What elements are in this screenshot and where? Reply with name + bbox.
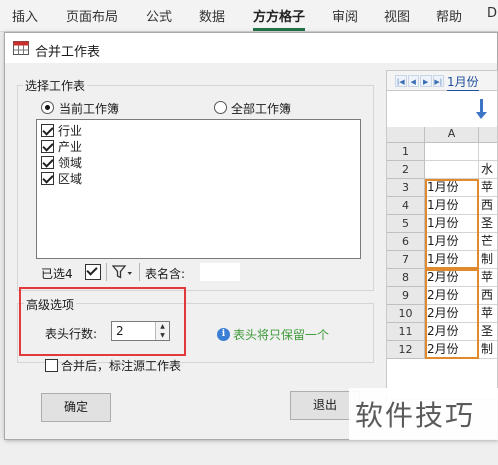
watermark: 软件技巧 bbox=[349, 388, 498, 440]
cell-item: 苹 bbox=[479, 269, 497, 287]
orange-highlight-group-1 bbox=[425, 179, 479, 269]
cell-item bbox=[479, 143, 497, 161]
radio-all-workbooks-label[interactable]: 全部工作簿 bbox=[231, 100, 291, 117]
header-rows-label: 表头行数: bbox=[45, 327, 98, 341]
radio-current-workbook-label[interactable]: 当前工作簿 bbox=[59, 100, 119, 117]
sheet-name: 领域 bbox=[58, 155, 83, 170]
toolbar-divider bbox=[139, 263, 140, 281]
cell-item: 芒 bbox=[479, 233, 497, 251]
header-rows-value: 2 bbox=[116, 324, 124, 338]
row-header: 1 bbox=[387, 143, 425, 161]
orange-highlight-group-2 bbox=[425, 269, 479, 359]
cell-month bbox=[425, 161, 479, 179]
sheet-checkbox[interactable] bbox=[41, 155, 54, 169]
example-preview: |◀ ◀ ▶ ▶| 1月份 A 1 2 水 3 1月份苹 4 1月份西 5 1月份圣 6 1月份芒 7 1… bbox=[386, 70, 498, 400]
row-header: 11 bbox=[387, 323, 425, 341]
selected-count: 已选4 bbox=[41, 267, 73, 281]
radio-current-workbook[interactable] bbox=[41, 101, 54, 114]
example-sheet-nav: |◀ ◀ ▶ ▶| 1月份 bbox=[387, 71, 497, 91]
radio-all-workbooks[interactable] bbox=[214, 101, 227, 114]
row-header: 6 bbox=[387, 233, 425, 251]
column-header: A bbox=[425, 127, 479, 143]
tab-data[interactable]: 数据 bbox=[199, 6, 225, 25]
cell-item: 制 bbox=[479, 251, 497, 269]
prev-sheet-icon: ◀ bbox=[407, 75, 419, 87]
row-header: 5 bbox=[387, 215, 425, 233]
cell-item: 苹 bbox=[479, 305, 497, 323]
tab-fangfang-gezi[interactable]: 方方格子 bbox=[253, 6, 306, 31]
cell-item: 制 bbox=[479, 341, 497, 359]
sheet-checkbox[interactable] bbox=[41, 171, 54, 185]
dialog-titlebar: 合并工作表 bbox=[5, 33, 497, 63]
dialog-title: 合并工作表 bbox=[35, 45, 101, 60]
cell-month bbox=[425, 143, 479, 161]
list-item-sheet[interactable]: 领域 bbox=[41, 154, 82, 170]
sheet-nav-buttons: |◀ ◀ ▶ ▶| bbox=[395, 75, 445, 87]
select-all-checkbox[interactable] bbox=[85, 264, 101, 280]
sheet-name-filter-input[interactable] bbox=[200, 263, 240, 281]
tab-formulas[interactable]: 公式 bbox=[146, 6, 172, 25]
mark-source-label[interactable]: 合并后，标注源工作表 bbox=[61, 357, 181, 374]
header-rows-stepper[interactable]: 2 ▲ ▼ bbox=[111, 321, 170, 341]
corner-cell bbox=[387, 127, 425, 143]
row-header: 4 bbox=[387, 197, 425, 215]
stepper-down-icon[interactable]: ▼ bbox=[156, 331, 169, 340]
row-header: 8 bbox=[387, 269, 425, 287]
tab-page-layout[interactable]: 页面布局 bbox=[66, 6, 118, 25]
tab-review[interactable]: 审阅 bbox=[332, 6, 358, 25]
stepper-buttons[interactable]: ▲ ▼ bbox=[155, 322, 169, 340]
stepper-up-icon[interactable]: ▲ bbox=[156, 322, 169, 331]
cell-item: 苹 bbox=[479, 179, 497, 197]
tab-view[interactable]: 视图 bbox=[384, 6, 410, 25]
list-item-sheet[interactable]: 区域 bbox=[41, 170, 82, 186]
arrow-down-icon bbox=[476, 99, 487, 119]
sheet-checkbox[interactable] bbox=[41, 123, 54, 137]
row-header: 3 bbox=[387, 179, 425, 197]
toolbar-divider bbox=[106, 263, 107, 281]
ribbon-tab-bar: 插入 页面布局 公式 数据 方方格子 审阅 视图 帮助 D bbox=[0, 0, 498, 32]
sheet-name: 行业 bbox=[58, 123, 83, 138]
example-sheet-tab: 1月份 bbox=[447, 75, 479, 91]
row-header: 9 bbox=[387, 287, 425, 305]
next-sheet-icon: ▶ bbox=[420, 75, 432, 87]
column-header bbox=[479, 127, 497, 143]
sheet-checkbox[interactable] bbox=[41, 139, 54, 153]
sheet-list[interactable]: 行业 产业 领域 区域 bbox=[36, 119, 361, 259]
row-header: 2 bbox=[387, 161, 425, 179]
tab-insert[interactable]: 插入 bbox=[12, 6, 38, 25]
tab-partial[interactable]: D bbox=[487, 6, 497, 21]
cell-item: 西 bbox=[479, 287, 497, 305]
sheet-name-filter-label: 表名含: bbox=[145, 267, 186, 281]
header-hint-text: 表头将只保留一个 bbox=[233, 328, 330, 342]
row-header: 7 bbox=[387, 251, 425, 269]
select-sheets-group-label: 选择工作表 bbox=[23, 77, 88, 94]
sheet-name: 产业 bbox=[58, 139, 83, 154]
first-sheet-icon: |◀ bbox=[395, 75, 407, 87]
row-header: 12 bbox=[387, 341, 425, 359]
filter-dropdown-icon[interactable] bbox=[112, 265, 134, 279]
grid-app-icon bbox=[13, 41, 29, 55]
sheet-list-toolbar: 已选4 表名含: bbox=[36, 261, 361, 283]
last-sheet-icon: ▶| bbox=[432, 75, 444, 87]
sheet-name: 区域 bbox=[58, 171, 83, 186]
cell-item: 圣 bbox=[479, 215, 497, 233]
row-header: 10 bbox=[387, 305, 425, 323]
ok-button[interactable]: 确定 bbox=[41, 393, 111, 422]
cell-item: 圣 bbox=[479, 323, 497, 341]
tab-help[interactable]: 帮助 bbox=[436, 6, 462, 25]
list-item-sheet[interactable]: 产业 bbox=[41, 138, 82, 154]
watermark-text: 软件技巧 bbox=[355, 399, 476, 432]
mark-source-checkbox[interactable] bbox=[45, 359, 58, 372]
background-sheet-bottom bbox=[0, 438, 498, 465]
cell-item: 水 bbox=[479, 161, 497, 179]
list-item-sheet[interactable]: 行业 bbox=[41, 122, 82, 138]
info-icon: i bbox=[217, 328, 230, 341]
cell-item: 西 bbox=[479, 197, 497, 215]
